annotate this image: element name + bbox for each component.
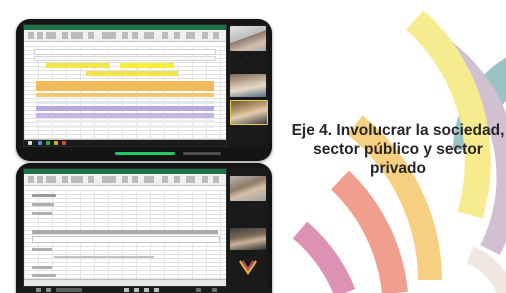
text-block bbox=[32, 248, 52, 251]
excel-sheet bbox=[24, 190, 226, 280]
table-row bbox=[32, 236, 220, 243]
table-row bbox=[36, 125, 214, 128]
windows-taskbar bbox=[24, 140, 226, 146]
excel-sheet bbox=[24, 46, 226, 140]
yellow-row bbox=[120, 63, 174, 68]
video-participant-tile[interactable] bbox=[230, 74, 266, 97]
excel-window bbox=[23, 168, 227, 287]
excel-sheet-tabs[interactable] bbox=[24, 279, 226, 286]
video-participant-tile[interactable] bbox=[230, 26, 266, 51]
participants-panel: – bbox=[228, 24, 268, 147]
audio-meter bbox=[183, 152, 221, 155]
video-participant-tile[interactable] bbox=[230, 176, 266, 201]
text-block bbox=[32, 266, 52, 269]
sheet-header-row bbox=[34, 56, 216, 61]
active-speaker-indicator bbox=[115, 152, 175, 155]
sheet-header-row bbox=[34, 49, 216, 55]
text-block bbox=[32, 194, 56, 197]
excel-window bbox=[23, 24, 227, 147]
participant-name-label: – bbox=[247, 54, 249, 58]
arc-pale bbox=[466, 246, 506, 293]
windows-taskbar bbox=[16, 287, 272, 293]
text-block bbox=[54, 256, 154, 258]
participant-name-label: – bbox=[247, 203, 249, 207]
top-screenshot-frame: – bbox=[16, 19, 272, 161]
text-block bbox=[32, 212, 52, 215]
orange-section bbox=[36, 93, 214, 97]
purple-row bbox=[36, 113, 214, 118]
zoom-controls[interactable] bbox=[23, 149, 272, 158]
excel-ribbon bbox=[24, 30, 226, 42]
video-participant-tile[interactable] bbox=[230, 228, 266, 250]
participants-panel: – bbox=[228, 168, 268, 287]
excel-ribbon bbox=[24, 174, 226, 186]
table-row bbox=[36, 120, 214, 123]
orange-section bbox=[36, 81, 214, 91]
text-block bbox=[32, 274, 56, 277]
heading-line-1: Eje 4. Involucrar la sociedad, bbox=[291, 122, 505, 139]
heading-line-3: privado bbox=[370, 160, 426, 177]
purple-row bbox=[36, 106, 214, 111]
slide-heading: Eje 4. Involucrar la sociedad, sector pú… bbox=[283, 121, 506, 178]
heading-line-2: sector público y sector bbox=[313, 141, 483, 158]
video-participant-tile[interactable] bbox=[230, 100, 268, 125]
yellow-row bbox=[46, 63, 110, 68]
gray-header-row bbox=[32, 230, 218, 234]
arc-yellow bbox=[406, 10, 491, 219]
logo-mark-icon bbox=[239, 260, 257, 275]
table-row bbox=[36, 101, 214, 104]
bottom-screenshot-frame: – bbox=[16, 163, 272, 293]
arc-magenta bbox=[292, 221, 356, 293]
yellow-row bbox=[86, 71, 178, 76]
text-block bbox=[32, 203, 54, 206]
